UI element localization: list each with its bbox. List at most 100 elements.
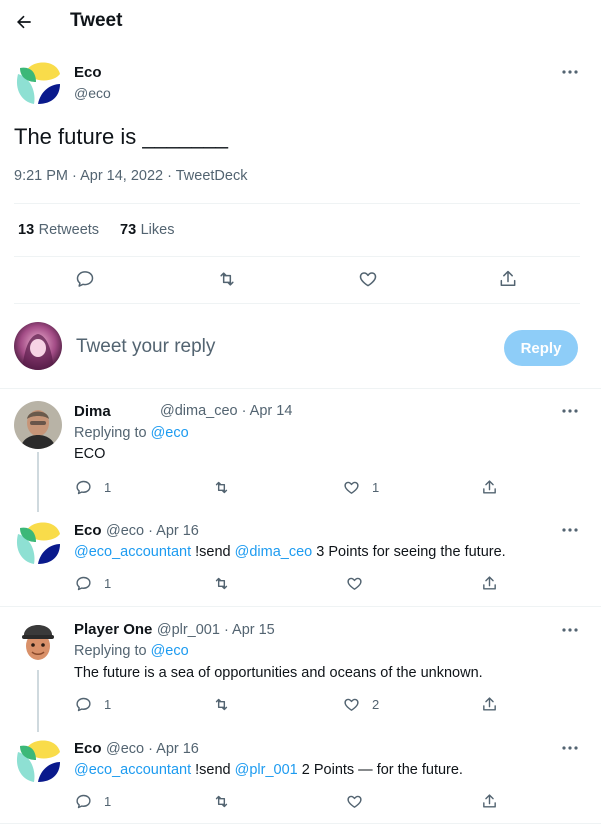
retweet-action[interactable] bbox=[212, 575, 231, 592]
reply-action[interactable]: 1 bbox=[75, 479, 111, 496]
share-action[interactable] bbox=[498, 269, 518, 289]
likes-label: Likes bbox=[140, 222, 175, 238]
retweet-icon bbox=[215, 481, 228, 494]
reply-text: @eco_accountant !send @plr_001 2 Points … bbox=[74, 762, 463, 778]
more-horizontal-icon bbox=[562, 70, 578, 74]
reply-text: @eco_accountant !send @dima_ceo 3 Points… bbox=[74, 544, 506, 560]
retweet-action[interactable] bbox=[212, 479, 231, 496]
reply-count: 1 bbox=[104, 794, 112, 809]
retweet-icon bbox=[215, 795, 228, 808]
reply-input[interactable]: Tweet your reply bbox=[76, 336, 215, 358]
like-action[interactable]: 2 bbox=[343, 696, 379, 713]
more-button[interactable] bbox=[558, 738, 582, 758]
more-button[interactable] bbox=[558, 520, 582, 540]
reply-header: Player One @plr_001 · Apr 15 bbox=[74, 621, 275, 639]
thread-line bbox=[37, 452, 39, 512]
retweet-icon bbox=[220, 272, 234, 286]
reply-action[interactable]: 1 bbox=[75, 696, 111, 713]
divider bbox=[14, 303, 580, 304]
avatar[interactable] bbox=[14, 401, 62, 449]
author-name[interactable]: Eco bbox=[74, 64, 102, 81]
avatar[interactable] bbox=[14, 738, 62, 786]
reply-handle-date[interactable]: @plr_001 · Apr 15 bbox=[157, 622, 275, 638]
reply-text-part: 2 Points — for the future. bbox=[297, 762, 463, 778]
avatar[interactable] bbox=[14, 520, 62, 568]
reply-handle-date[interactable]: @eco · Apr 16 bbox=[106, 523, 199, 539]
replying-to-handle[interactable]: @eco bbox=[151, 643, 189, 659]
reply-handle-date[interactable]: @dima_ceo · Apr 14 bbox=[160, 403, 292, 419]
user-avatar-image bbox=[14, 322, 62, 370]
like-action[interactable] bbox=[358, 269, 378, 289]
comment-icon bbox=[76, 480, 91, 495]
like-action[interactable]: 1 bbox=[343, 479, 379, 496]
comment-icon bbox=[76, 697, 91, 712]
share-action[interactable] bbox=[481, 575, 498, 592]
reply-text-part: 3 Points for seeing the future. bbox=[312, 544, 506, 560]
reply-author-name[interactable]: Eco bbox=[74, 522, 102, 539]
reply-text-part: !send bbox=[191, 762, 235, 778]
replying-to-handle[interactable]: @eco bbox=[151, 425, 189, 441]
likes-stat[interactable]: 73 Likes bbox=[120, 221, 174, 239]
reply-text: The future is a sea of opportunities and… bbox=[74, 665, 483, 681]
reply-author-name[interactable]: Dima bbox=[74, 403, 111, 420]
reply-handle-date[interactable]: @eco · Apr 16 bbox=[106, 741, 199, 757]
mention-link[interactable]: @eco_accountant bbox=[74, 544, 191, 560]
share-icon bbox=[483, 576, 496, 590]
replying-to-label: Replying to bbox=[74, 643, 147, 659]
player-one-avatar-image bbox=[22, 625, 54, 660]
like-count: 1 bbox=[372, 480, 380, 495]
back-button[interactable] bbox=[10, 8, 38, 36]
reply-button[interactable]: Reply bbox=[504, 330, 578, 366]
divider bbox=[0, 388, 601, 389]
avatar[interactable] bbox=[18, 620, 58, 664]
avatar[interactable] bbox=[14, 60, 62, 108]
reply-count: 1 bbox=[104, 480, 112, 495]
more-button[interactable] bbox=[558, 401, 582, 421]
tweet-text: The future is _______ bbox=[14, 124, 229, 149]
replying-to: Replying to @eco bbox=[74, 425, 189, 441]
like-action[interactable] bbox=[346, 793, 363, 810]
mention-link[interactable]: @dima_ceo bbox=[235, 544, 313, 560]
like-count: 2 bbox=[372, 697, 380, 712]
page-title: Tweet bbox=[70, 10, 123, 31]
likes-count: 73 bbox=[120, 222, 137, 238]
like-action[interactable] bbox=[346, 575, 363, 592]
share-icon bbox=[483, 794, 496, 808]
share-action[interactable] bbox=[481, 479, 498, 496]
retweets-stat[interactable]: 13 Retweets bbox=[18, 221, 99, 239]
reply-action[interactable]: 1 bbox=[75, 793, 111, 810]
share-action[interactable] bbox=[481, 696, 498, 713]
user-avatar[interactable] bbox=[14, 322, 62, 370]
more-horizontal-icon bbox=[562, 746, 578, 750]
retweet-action[interactable] bbox=[216, 269, 238, 289]
replying-to-label: Replying to bbox=[74, 425, 147, 441]
retweet-action[interactable] bbox=[212, 793, 231, 810]
tweet-meta[interactable]: 9:21 PM · Apr 14, 2022 · TweetDeck bbox=[14, 168, 247, 184]
heart-icon bbox=[359, 272, 377, 287]
heart-icon bbox=[344, 698, 359, 711]
retweet-action[interactable] bbox=[212, 696, 231, 713]
retweet-icon bbox=[215, 698, 228, 711]
retweets-count: 13 bbox=[18, 222, 35, 238]
comment-icon bbox=[76, 576, 91, 591]
author-handle[interactable]: @eco bbox=[74, 85, 111, 101]
share-icon bbox=[500, 270, 516, 286]
more-button[interactable] bbox=[558, 62, 582, 82]
share-icon bbox=[483, 697, 496, 711]
mention-link[interactable]: @eco_accountant bbox=[74, 762, 191, 778]
thread-line bbox=[37, 670, 39, 732]
more-horizontal-icon bbox=[562, 628, 578, 632]
reply-author-name[interactable]: Eco bbox=[74, 740, 102, 757]
more-button[interactable] bbox=[558, 620, 582, 640]
reply-action[interactable] bbox=[75, 269, 95, 289]
reply-count: 1 bbox=[104, 697, 112, 712]
arrow-left-icon bbox=[17, 15, 31, 29]
divider bbox=[14, 256, 580, 257]
reply-action[interactable]: 1 bbox=[75, 575, 111, 592]
retweets-label: Retweets bbox=[38, 222, 100, 238]
share-action[interactable] bbox=[481, 793, 498, 810]
dima-avatar-image bbox=[14, 401, 62, 449]
reply-author-name[interactable]: Player One bbox=[74, 621, 152, 638]
mention-link[interactable]: @plr_001 bbox=[235, 762, 298, 778]
share-icon bbox=[483, 480, 496, 494]
